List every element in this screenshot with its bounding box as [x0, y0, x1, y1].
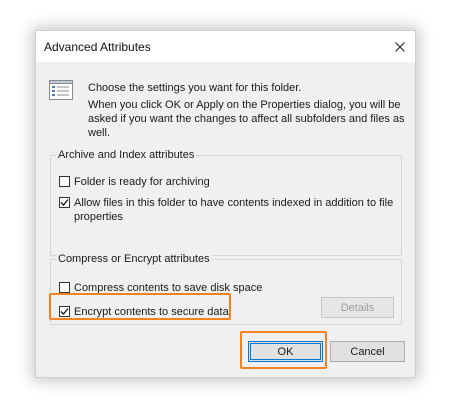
dialog-description: Choose the settings you want for this fo…	[88, 81, 408, 140]
details-button[interactable]: Details	[321, 297, 394, 318]
archive-group-legend: Archive and Index attributes	[56, 148, 197, 162]
encrypt-highlight-box	[49, 293, 231, 320]
compress-group-legend: Compress or Encrypt attributes	[56, 252, 212, 266]
checkmark-icon	[60, 199, 69, 206]
description-line-2: When you click OK or Apply on the Proper…	[88, 99, 405, 139]
cancel-button[interactable]: Cancel	[330, 341, 405, 362]
allow-indexing-label: Allow files in this folder to have conte…	[74, 197, 394, 223]
close-button[interactable]	[385, 31, 415, 62]
folder-ready-archiving-option[interactable]: Folder is ready for archiving	[59, 175, 210, 189]
close-icon	[395, 41, 405, 52]
dialog-title: Advanced Attributes	[44, 40, 151, 54]
folder-ready-label: Folder is ready for archiving	[74, 176, 210, 188]
allow-indexing-checkbox[interactable]	[59, 197, 70, 208]
allow-indexing-option[interactable]: Allow files in this folder to have conte…	[59, 196, 395, 224]
description-line-1: Choose the settings you want for this fo…	[88, 82, 302, 94]
list-settings-icon	[49, 80, 73, 100]
advanced-attributes-dialog: Advanced Attributes Choose the settings …	[35, 30, 416, 378]
archive-index-group: Archive and Index attributes Folder is r…	[50, 148, 402, 256]
ok-highlight-box	[240, 331, 327, 369]
compress-checkbox[interactable]	[59, 282, 70, 293]
title-bar: Advanced Attributes	[36, 31, 415, 62]
folder-ready-checkbox[interactable]	[59, 176, 70, 187]
